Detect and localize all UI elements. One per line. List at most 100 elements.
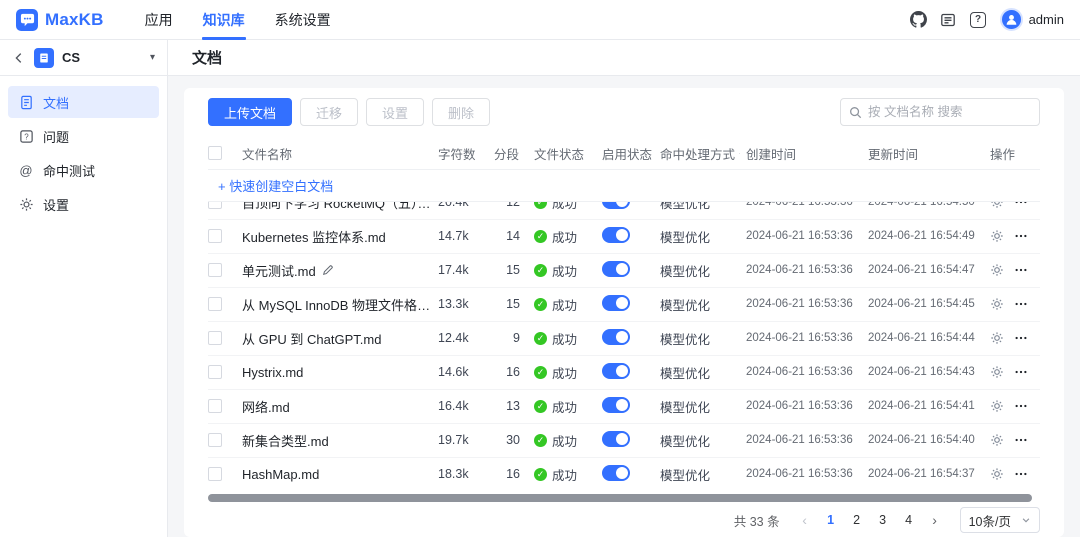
row-settings-icon[interactable] <box>990 229 1004 243</box>
row-checkbox[interactable] <box>208 202 222 210</box>
row-checkbox[interactable] <box>208 229 222 243</box>
enable-toggle[interactable] <box>602 431 630 447</box>
question-icon: ? <box>18 128 34 144</box>
row-settings-icon[interactable] <box>990 433 1004 447</box>
row-settings-icon[interactable] <box>990 399 1004 413</box>
document-name[interactable]: 单元测试.md <box>242 261 316 280</box>
search-input[interactable] <box>868 105 1031 119</box>
row-checkbox[interactable] <box>208 331 222 345</box>
row-more-icon[interactable] <box>1014 202 1028 210</box>
maxkb-logo[interactable]: MaxKB <box>16 9 104 31</box>
enable-toggle[interactable] <box>602 465 630 481</box>
settings-button[interactable]: 设置 <box>366 98 424 126</box>
document-name[interactable]: 从 GPU 到 ChatGPT.md <box>242 329 381 348</box>
row-checkbox[interactable] <box>208 399 222 413</box>
back-arrow-icon[interactable] <box>12 51 26 65</box>
row-more-icon[interactable] <box>1014 467 1028 481</box>
row-more-icon[interactable] <box>1014 433 1028 447</box>
table-row[interactable]: 从 MySQL InnoDB 物理文件格式深入... 13.3k 15 成功 模… <box>208 288 1040 322</box>
enable-toggle[interactable] <box>602 363 630 379</box>
row-checkbox[interactable] <box>208 433 222 447</box>
edit-icon[interactable] <box>322 264 334 276</box>
char-count: 17.4k <box>438 263 494 277</box>
next-page-button[interactable]: › <box>924 512 946 528</box>
char-count: 18.3k <box>438 467 494 481</box>
help-icon[interactable]: ? <box>970 11 987 28</box>
row-settings-icon[interactable] <box>990 365 1004 379</box>
table-body: 自顶向下学习 RocketMQ（五）：顺序... 20.4k 12 成功 模型优… <box>208 202 1040 491</box>
table-row[interactable]: 单元测试.md 17.4k 15 成功 模型优化 2024-06-21 16:5… <box>208 254 1040 288</box>
enable-toggle[interactable] <box>602 227 630 243</box>
row-settings-icon[interactable] <box>990 263 1004 277</box>
table-row[interactable]: 新集合类型.md 19.7k 30 成功 模型优化 2024-06-21 16:… <box>208 424 1040 458</box>
nav-knowledge-base[interactable]: 知识库 <box>188 0 260 40</box>
sidebar-item-documents[interactable]: 文档 <box>8 86 159 118</box>
table-row[interactable]: 自顶向下学习 RocketMQ（五）：顺序... 20.4k 12 成功 模型优… <box>208 202 1040 220</box>
row-settings-icon[interactable] <box>990 297 1004 311</box>
row-more-icon[interactable] <box>1014 399 1028 413</box>
file-status: 成功 <box>534 295 602 314</box>
kb-selector[interactable]: CS ▾ <box>0 40 168 75</box>
page-button-4[interactable]: 4 <box>898 508 920 532</box>
document-name[interactable]: HashMap.md <box>242 467 319 482</box>
scrollbar-thumb[interactable] <box>208 494 1032 502</box>
row-more-icon[interactable] <box>1014 263 1028 277</box>
nav-applications[interactable]: 应用 <box>130 0 188 40</box>
document-name[interactable]: 网络.md <box>242 397 290 416</box>
sidebar-item-hit-test[interactable]: @ 命中测试 <box>8 154 159 186</box>
github-icon[interactable] <box>910 11 927 28</box>
row-more-icon[interactable] <box>1014 365 1028 379</box>
search-box <box>840 98 1040 126</box>
select-all-checkbox[interactable] <box>208 146 222 160</box>
row-settings-icon[interactable] <box>990 467 1004 481</box>
row-more-icon[interactable] <box>1014 331 1028 345</box>
file-status: 成功 <box>534 397 602 416</box>
table-row[interactable]: Hystrix.md 14.6k 16 成功 模型优化 2024-06-21 1… <box>208 356 1040 390</box>
delete-button[interactable]: 删除 <box>432 98 490 126</box>
migrate-button[interactable]: 迁移 <box>300 98 358 126</box>
row-checkbox[interactable] <box>208 365 222 379</box>
sidebar-item-questions[interactable]: ? 问题 <box>8 120 159 152</box>
row-more-icon[interactable] <box>1014 229 1028 243</box>
enable-toggle[interactable] <box>602 261 630 277</box>
prev-page-button[interactable]: ‹ <box>794 512 816 528</box>
created-time: 2024-06-21 16:53:36 <box>746 264 868 276</box>
document-name[interactable]: 自顶向下学习 RocketMQ（五）：顺序... <box>242 202 432 212</box>
hit-mode: 模型优化 <box>660 363 746 382</box>
page-size-value: 10条/页 <box>969 511 1011 530</box>
row-checkbox[interactable] <box>208 467 222 481</box>
page-button-1[interactable]: 1 <box>820 508 842 532</box>
row-more-icon[interactable] <box>1014 297 1028 311</box>
row-checkbox[interactable] <box>208 297 222 311</box>
segment-count: 12 <box>494 202 534 210</box>
document-name[interactable]: Kubernetes 监控体系.md <box>242 227 386 246</box>
upload-document-button[interactable]: 上传文档 <box>208 98 292 126</box>
file-status: 成功 <box>534 363 602 382</box>
created-time: 2024-06-21 16:53:36 <box>746 468 868 480</box>
table-row[interactable]: Kubernetes 监控体系.md 14.7k 14 成功 模型优化 2024… <box>208 220 1040 254</box>
page-button-2[interactable]: 2 <box>846 508 868 532</box>
table-row[interactable]: 从 GPU 到 ChatGPT.md 12.4k 9 成功 模型优化 2024-… <box>208 322 1040 356</box>
page-button-3[interactable]: 3 <box>872 508 894 532</box>
row-settings-icon[interactable] <box>990 202 1004 210</box>
enable-toggle[interactable] <box>602 329 630 345</box>
enable-toggle[interactable] <box>602 202 630 209</box>
updated-time: 2024-06-21 16:54:50 <box>868 202 990 209</box>
docs-icon[interactable] <box>940 11 957 28</box>
document-name[interactable]: 新集合类型.md <box>242 431 329 450</box>
document-name[interactable]: Hystrix.md <box>242 365 303 380</box>
enable-toggle[interactable] <box>602 397 630 413</box>
row-settings-icon[interactable] <box>990 331 1004 345</box>
table-row[interactable]: HashMap.md 18.3k 16 成功 模型优化 2024-06-21 1… <box>208 458 1040 491</box>
document-name[interactable]: 从 MySQL InnoDB 物理文件格式深入... <box>242 295 432 314</box>
content: 上传文档 迁移 设置 删除 文件名称 字符数 分段 文件状态 启用状态 命中处理… <box>168 76 1080 537</box>
user-menu[interactable]: admin <box>1000 8 1064 31</box>
enable-toggle[interactable] <box>602 295 630 311</box>
page-size-select[interactable]: 10条/页 <box>960 507 1040 533</box>
row-checkbox[interactable] <box>208 263 222 277</box>
nav-system-settings[interactable]: 系统设置 <box>260 0 346 40</box>
table-row[interactable]: 网络.md 16.4k 13 成功 模型优化 2024-06-21 16:53:… <box>208 390 1040 424</box>
filter-icon[interactable] <box>739 148 740 159</box>
sidebar-item-settings[interactable]: 设置 <box>8 188 159 220</box>
quick-create-blank-document-link[interactable]: + 快速创建空白文档 <box>218 176 333 195</box>
